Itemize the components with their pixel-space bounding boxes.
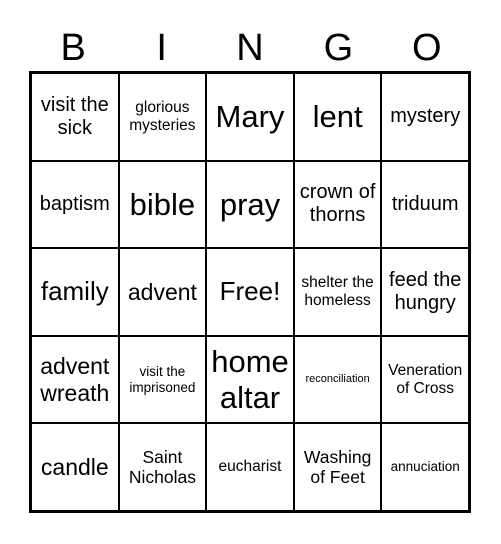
bingo-cell[interactable]: mystery <box>381 73 469 161</box>
header-letter-g: G <box>323 27 354 69</box>
bingo-cell[interactable]: feed the hungry <box>381 248 469 336</box>
bingo-cell[interactable]: candle <box>31 423 119 511</box>
bingo-header: B I N G O <box>29 26 471 71</box>
bingo-cell[interactable]: Saint Nicholas <box>118 423 207 511</box>
bingo-card: visit the sick glorious mysteries Mary l… <box>29 71 471 513</box>
header-letter-o: O <box>412 27 442 69</box>
bingo-cell[interactable]: advent wreath <box>31 335 119 424</box>
bingo-cell[interactable]: glorious mysteries <box>118 73 207 161</box>
bingo-cell[interactable]: annuciation <box>381 423 469 511</box>
bingo-cell[interactable]: family <box>31 248 119 336</box>
bingo-cell[interactable]: home altar <box>206 335 294 424</box>
bingo-cell[interactable]: visit the sick <box>31 73 119 161</box>
bingo-cell[interactable]: triduum <box>381 160 469 249</box>
bingo-cell[interactable]: shelter the homeless <box>293 248 382 336</box>
bingo-cell[interactable]: advent <box>118 248 207 336</box>
bingo-cell[interactable]: Veneration of Cross <box>381 335 469 424</box>
bingo-cell[interactable]: Mary <box>206 73 294 161</box>
header-letter-n: N <box>236 27 264 69</box>
bingo-cell[interactable]: bible <box>118 160 207 249</box>
bingo-cell[interactable]: reconciliation <box>293 335 382 424</box>
bingo-cell[interactable]: Washing of Feet <box>293 423 382 511</box>
bingo-cell[interactable]: visit the imprisoned <box>118 335 207 424</box>
bingo-cell[interactable]: pray <box>206 160 294 249</box>
bingo-cell[interactable]: lent <box>293 73 382 161</box>
bingo-cell[interactable]: baptism <box>31 160 119 249</box>
free-space-cell[interactable]: Free! <box>206 248 294 336</box>
header-letter-b: B <box>60 27 86 69</box>
bingo-cell[interactable]: crown of thorns <box>293 160 382 249</box>
bingo-cell[interactable]: eucharist <box>206 423 294 511</box>
header-letter-i: I <box>156 27 167 69</box>
